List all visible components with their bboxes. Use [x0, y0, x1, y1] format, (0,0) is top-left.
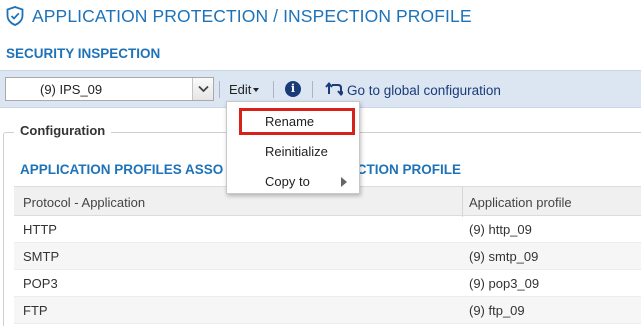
profile-cell: (9) ftp_09: [469, 303, 525, 318]
dropdown-button[interactable]: [192, 78, 213, 100]
sync-arrows-icon: [325, 81, 343, 97]
page-title: APPLICATION PROTECTION / INSPECTION PROF…: [32, 6, 472, 26]
section-title: SECURITY INSPECTION: [6, 46, 161, 61]
toolbar-separator: [312, 81, 313, 98]
table-row[interactable]: FTP (9) ftp_09: [14, 297, 641, 324]
menu-item-label: Copy to: [265, 174, 310, 189]
column-header-protocol[interactable]: Protocol - Application: [23, 195, 145, 210]
profile-select-value: (9) IPS_09: [40, 82, 103, 97]
edit-menu-button[interactable]: Edit: [229, 82, 260, 97]
profile-cell: (9) pop3_09: [469, 276, 540, 291]
table-row[interactable]: HTTP (9) http_09: [14, 216, 641, 243]
column-header-profile[interactable]: Application profile: [469, 195, 572, 210]
configuration-legend: Configuration: [14, 123, 112, 138]
profile-select[interactable]: (9) IPS_09: [5, 77, 214, 101]
toolbar-separator: [273, 81, 274, 98]
chevron-down-icon: [198, 85, 209, 93]
chevron-right-icon: [341, 177, 347, 187]
info-icon[interactable]: i: [285, 81, 301, 97]
toolbar-separator: [219, 81, 220, 98]
global-config-label: Go to global configuration: [347, 83, 501, 98]
protocol-cell: POP3: [23, 276, 58, 291]
column-divider[interactable]: [462, 187, 463, 217]
shield-icon: [6, 6, 24, 26]
menu-item-rename[interactable]: Rename: [239, 108, 355, 135]
table-row[interactable]: SMTP (9) smtp_09: [14, 243, 641, 270]
page-header: APPLICATION PROTECTION / INSPECTION PROF…: [0, 0, 641, 34]
table-title-left: APPLICATION PROFILES ASSO: [20, 162, 224, 177]
caret-down-icon: [253, 88, 260, 92]
profile-cell: (9) http_09: [469, 222, 532, 237]
protocol-cell: SMTP: [23, 249, 60, 264]
menu-item-reinitialize[interactable]: Reinitialize: [227, 139, 361, 165]
menu-item-label: Reinitialize: [265, 144, 328, 159]
protocol-cell: HTTP: [23, 222, 57, 237]
menu-item-copy-to[interactable]: Copy to: [227, 169, 361, 195]
profile-cell: (9) smtp_09: [469, 249, 539, 264]
protocol-cell: FTP: [23, 303, 48, 318]
edit-label: Edit: [229, 82, 252, 97]
edit-dropdown-menu: Rename Reinitialize Copy to: [226, 101, 360, 194]
menu-item-label: Rename: [265, 114, 315, 129]
table-row[interactable]: POP3 (9) pop3_09: [14, 270, 641, 297]
